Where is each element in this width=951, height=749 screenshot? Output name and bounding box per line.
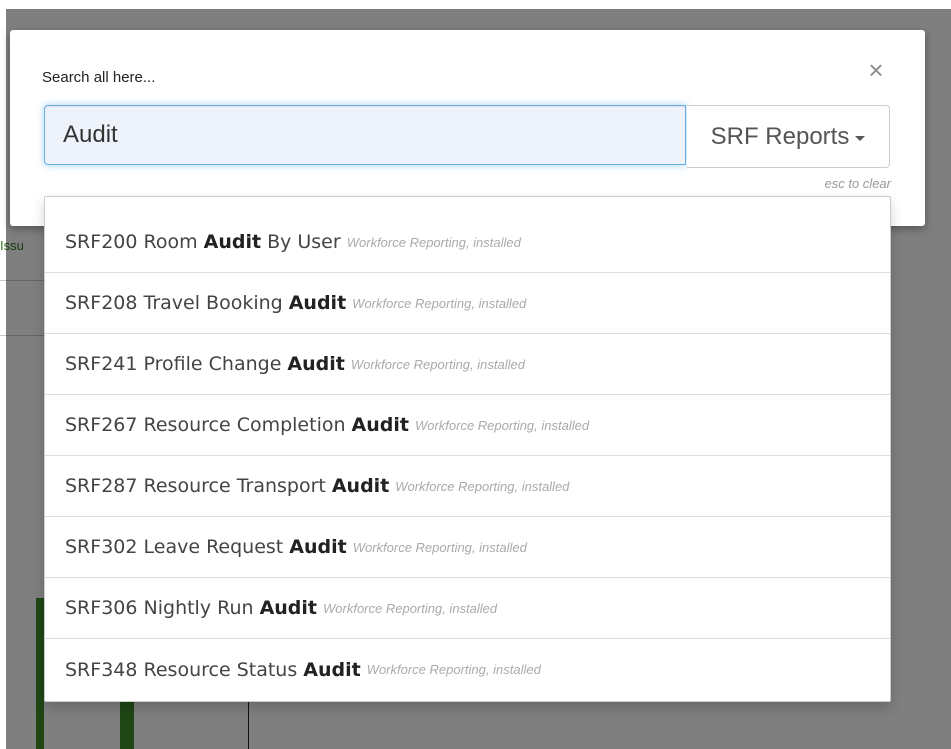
- result-match: Audit: [331, 475, 390, 497]
- search-results-list: SRF200 Room Audit By User Workforce Report…: [44, 196, 891, 702]
- result-code: SRF287: [65, 475, 138, 497]
- scope-dropdown-label: SRF Reports: [710, 122, 850, 150]
- result-meta: Workforce Reporting, installed: [395, 478, 570, 494]
- result-code: SRF267: [65, 414, 138, 436]
- result-title-pre: Room: [143, 231, 198, 253]
- result-match: Audit: [259, 597, 317, 619]
- modal-title: Search all here...: [42, 69, 156, 86]
- esc-hint: esc to clear: [824, 176, 891, 191]
- result-meta: Workforce Reporting, installed: [346, 234, 521, 250]
- result-title-post: By User: [267, 231, 341, 253]
- close-icon[interactable]: ×: [864, 56, 888, 84]
- result-code: SRF200: [65, 231, 138, 253]
- result-code: SRF306: [65, 597, 138, 619]
- result-match: Audit: [351, 414, 409, 436]
- result-code: SRF208: [65, 292, 138, 314]
- search-result-item[interactable]: SRF348 Resource Status Audit Workforce Rep…: [45, 639, 890, 700]
- result-title-pre: Resource Completion: [143, 414, 346, 436]
- result-title-pre: Nightly Run: [143, 597, 254, 619]
- result-match: Audit: [287, 353, 345, 375]
- scope-dropdown-button[interactable]: SRF Reports: [687, 105, 890, 168]
- result-match: Audit: [289, 536, 347, 558]
- search-result-item[interactable]: SRF287 Resource Transport Audit Workforce …: [45, 456, 890, 517]
- result-meta: Workforce Reporting, installed: [350, 356, 525, 372]
- result-match: Audit: [303, 658, 361, 681]
- result-meta: Workforce Reporting, installed: [414, 417, 590, 433]
- search-result-item[interactable]: SRF302 Leave Request Audit Workforce Repor…: [45, 517, 890, 578]
- caret-down-icon: [855, 135, 866, 141]
- result-title-pre: Leave Request: [143, 536, 284, 558]
- result-title-pre: Travel Booking: [143, 292, 283, 314]
- result-code: SRF302: [65, 536, 138, 558]
- result-match: Audit: [203, 231, 262, 253]
- search-result-item[interactable]: SRF208 Travel Booking Audit Workforce Repo…: [45, 273, 890, 334]
- result-meta: Workforce Reporting, installed: [352, 295, 527, 311]
- search-result-item[interactable]: SRF267 Resource Completion Audit Workforce…: [45, 395, 890, 456]
- result-title-pre: Resource Transport: [143, 475, 326, 497]
- result-code: SRF241: [65, 353, 138, 375]
- search-input[interactable]: [44, 105, 686, 165]
- result-meta: Workforce Reporting, installed: [352, 539, 527, 555]
- result-match: Audit: [288, 292, 347, 314]
- search-result-item[interactable]: SRF241 Profile Change Audit Workforce Repo…: [45, 334, 890, 395]
- result-meta: Workforce Reporting, installed: [323, 600, 498, 616]
- search-result-item[interactable]: SRF306 Nightly Run Audit Workforce Reporti…: [45, 578, 890, 639]
- result-meta: Workforce Reporting, installed: [366, 662, 541, 677]
- result-title-pre: Resource Status: [143, 658, 298, 681]
- result-title-pre: Profile Change: [143, 353, 282, 375]
- result-code: SRF348: [65, 658, 138, 681]
- search-result-item[interactable]: SRF200 Room Audit By User Workforce Report…: [45, 212, 890, 273]
